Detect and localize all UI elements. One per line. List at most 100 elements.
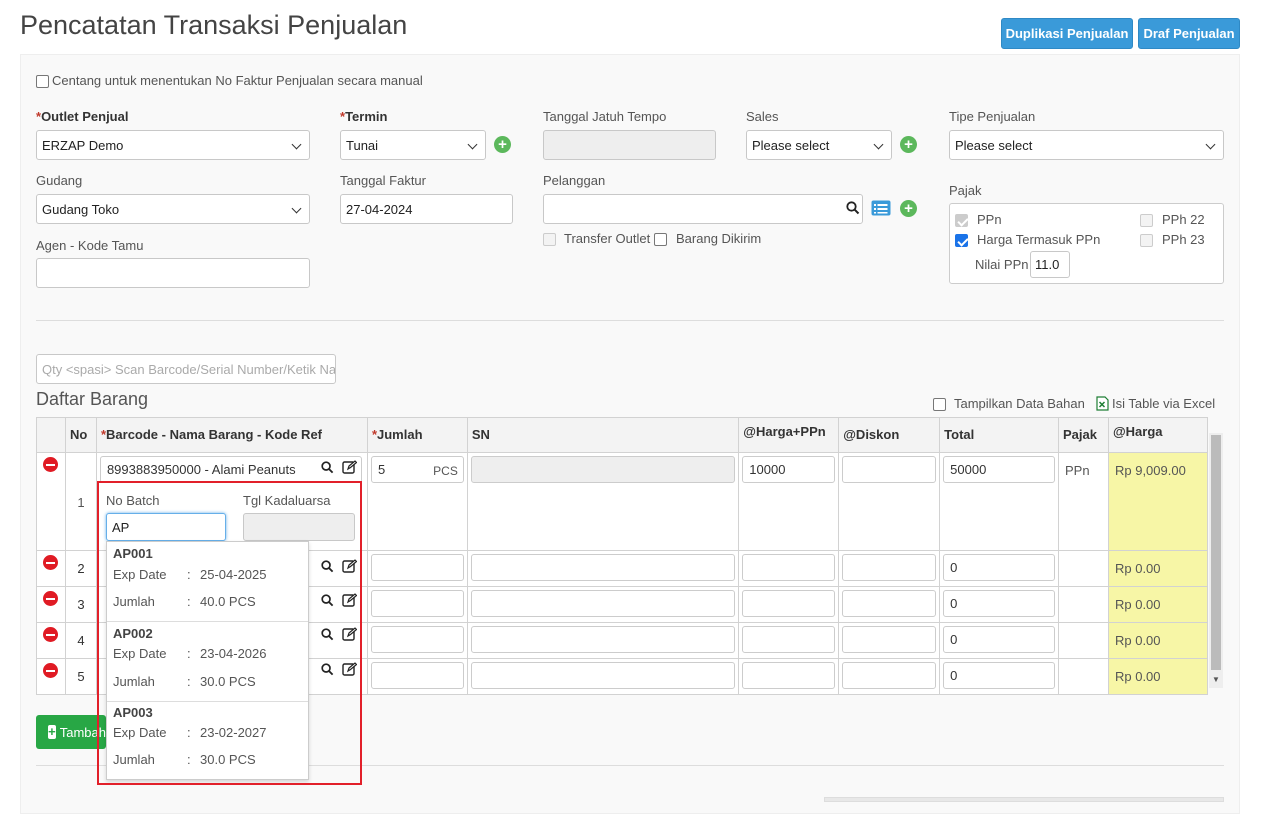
pph22-label: PPh 22 bbox=[1162, 212, 1205, 227]
price-ppn-input[interactable] bbox=[742, 554, 836, 581]
price-cell: Rp 9,009.00 bbox=[1107, 452, 1209, 551]
sales-select[interactable]: Please select bbox=[746, 130, 892, 160]
total-input[interactable]: 0 bbox=[943, 626, 1056, 653]
agent-input[interactable] bbox=[36, 258, 310, 288]
add-customer-icon[interactable]: + bbox=[900, 200, 917, 217]
sale-type-label: Tipe Penjualan bbox=[949, 109, 1036, 124]
outlet-select[interactable]: ERZAP Demo bbox=[36, 130, 310, 160]
total-input[interactable]: 0 bbox=[943, 662, 1056, 689]
manual-invoice-checkbox[interactable] bbox=[36, 75, 49, 88]
items-title: Daftar Barang bbox=[36, 389, 149, 409]
plus-icon: + bbox=[48, 724, 56, 739]
total-cell: 50000 bbox=[939, 452, 1060, 551]
discount-input[interactable] bbox=[842, 662, 937, 689]
total-input[interactable]: 0 bbox=[943, 554, 1056, 581]
discount-input[interactable] bbox=[842, 456, 937, 483]
qty-input[interactable] bbox=[370, 662, 464, 689]
sn-input[interactable] bbox=[470, 662, 736, 689]
row-number: 3 bbox=[64, 586, 97, 623]
transfer-outlet-checkbox[interactable] bbox=[543, 233, 556, 246]
show-materials-checkbox[interactable] bbox=[933, 398, 946, 411]
draft-sale-button[interactable]: Draf Penjualan bbox=[1138, 18, 1240, 49]
qty-input[interactable] bbox=[370, 590, 464, 617]
ppn-value-input[interactable]: 11.0 bbox=[1030, 251, 1070, 278]
add-termin-icon[interactable]: + bbox=[494, 136, 511, 153]
qty-input[interactable] bbox=[370, 554, 464, 581]
sales-label: Sales bbox=[746, 109, 779, 124]
ppn-value-label: Nilai PPn bbox=[975, 257, 1029, 272]
due-date-label: Tanggal Jatuh Tempo bbox=[543, 109, 667, 124]
show-materials-label: Tampilkan Data Bahan bbox=[954, 396, 1085, 411]
sn-input[interactable] bbox=[470, 554, 736, 581]
invoice-date-input[interactable]: 27-04-2024 bbox=[340, 194, 513, 224]
col-discount: @Diskon bbox=[838, 417, 941, 453]
sn-input[interactable] bbox=[470, 590, 736, 617]
remove-row-icon[interactable] bbox=[43, 627, 58, 642]
excel-icon bbox=[1096, 396, 1109, 411]
tax-cell: PPn bbox=[1058, 452, 1109, 551]
price-cell: Rp 0.00 bbox=[1107, 622, 1209, 659]
sn-input[interactable] bbox=[470, 456, 736, 483]
pph22-checkbox[interactable] bbox=[1140, 214, 1153, 227]
price-ppn-input[interactable] bbox=[742, 590, 836, 617]
remove-row-icon[interactable] bbox=[43, 591, 58, 606]
duplicate-sale-button[interactable]: Duplikasi Penjualan bbox=[1001, 18, 1133, 49]
outlet-label: *Outlet Penjual bbox=[36, 109, 129, 124]
remove-row-icon[interactable] bbox=[43, 457, 58, 472]
row-number: 5 bbox=[64, 658, 97, 695]
col-sn: SN bbox=[466, 417, 740, 453]
warehouse-label: Gudang bbox=[36, 173, 83, 188]
qty-input[interactable] bbox=[370, 626, 464, 653]
price-ppn-input[interactable] bbox=[742, 662, 836, 689]
sn-input[interactable] bbox=[470, 626, 736, 653]
highlight-box bbox=[97, 481, 362, 785]
price-ppn-input[interactable]: 10000 bbox=[742, 456, 836, 483]
agent-label: Agen - Kode Tamu bbox=[36, 238, 144, 253]
col-qty: *Jumlah bbox=[366, 417, 468, 453]
row-number: 1 bbox=[64, 452, 97, 551]
price-cell: Rp 0.00 bbox=[1107, 550, 1209, 587]
table-scrollbar[interactable] bbox=[1209, 433, 1223, 688]
sale-type-select[interactable]: Please select bbox=[949, 130, 1224, 160]
page-title: Pencatatan Transaksi Penjualan bbox=[20, 10, 408, 40]
scrollbar-thumb[interactable] bbox=[1211, 435, 1221, 670]
tax-label: Pajak bbox=[949, 183, 982, 198]
summary-panel bbox=[824, 797, 1224, 802]
qty-input[interactable]: 5 PCS bbox=[370, 456, 464, 483]
scroll-down-arrow-icon[interactable]: ▼ bbox=[1212, 675, 1220, 684]
scan-input[interactable]: Qty <spasi> Scan Barcode/Serial Number/K… bbox=[36, 354, 336, 384]
total-input[interactable]: 0 bbox=[943, 590, 1056, 617]
search-icon[interactable] bbox=[846, 201, 860, 215]
pph23-label: PPh 23 bbox=[1162, 232, 1205, 247]
total-input[interactable]: 50000 bbox=[943, 456, 1056, 483]
termin-select[interactable]: Tunai bbox=[340, 130, 486, 160]
invoice-date-label: Tanggal Faktur bbox=[340, 173, 426, 188]
search-icon[interactable] bbox=[321, 461, 334, 474]
warehouse-select[interactable]: Gudang Toko bbox=[36, 194, 310, 224]
col-total: Total bbox=[939, 417, 1060, 453]
add-sales-icon[interactable]: + bbox=[900, 136, 917, 153]
pph23-checkbox[interactable] bbox=[1140, 234, 1153, 247]
termin-label: *Termin bbox=[340, 109, 388, 124]
row-number: 4 bbox=[64, 622, 97, 659]
price-cell: Rp 0.00 bbox=[1107, 586, 1209, 623]
excel-link[interactable]: Isi Table via Excel bbox=[1112, 396, 1215, 411]
add-row-button[interactable]: + Tambah bbox=[36, 715, 106, 749]
col-price: @Harga bbox=[1107, 417, 1209, 453]
discount-input[interactable] bbox=[842, 626, 937, 653]
price-incl-ppn-checkbox[interactable] bbox=[955, 234, 968, 247]
ppn-checkbox[interactable] bbox=[955, 214, 968, 227]
price-ppn-input[interactable] bbox=[742, 626, 836, 653]
customer-label: Pelanggan bbox=[543, 173, 606, 188]
edit-icon[interactable] bbox=[342, 460, 357, 474]
due-date-input[interactable] bbox=[543, 130, 716, 160]
customer-list-icon[interactable] bbox=[871, 200, 891, 216]
remove-row-icon[interactable] bbox=[43, 555, 58, 570]
remove-row-icon[interactable] bbox=[43, 663, 58, 678]
transfer-outlet-label: Transfer Outlet bbox=[564, 231, 651, 246]
goods-sent-checkbox[interactable] bbox=[654, 233, 667, 246]
discount-input[interactable] bbox=[842, 590, 937, 617]
discount-input[interactable] bbox=[842, 554, 937, 581]
price-incl-ppn-label: Harga Termasuk PPn bbox=[977, 232, 1101, 247]
customer-input[interactable] bbox=[543, 194, 863, 224]
